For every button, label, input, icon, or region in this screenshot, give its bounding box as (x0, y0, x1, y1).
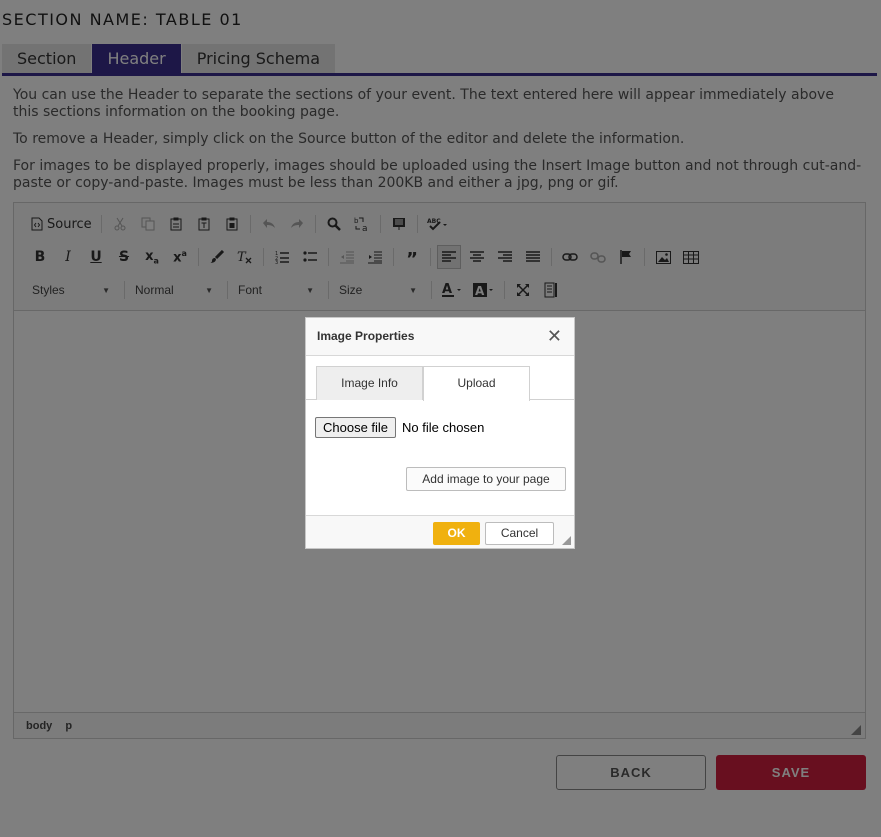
image-properties-dialog: Image Properties ✕ Image Info Upload Cho… (305, 317, 575, 549)
choose-file-button[interactable]: Choose file (315, 417, 397, 438)
dialog-body: Choose file No file chosen Add image to … (306, 401, 574, 515)
dialog-tabs: Image Info Upload (306, 356, 574, 401)
add-image-button[interactable]: Add image to your page (406, 467, 566, 491)
dialog-title: Image Properties (317, 329, 415, 343)
dialog-footer: OK Cancel (306, 515, 574, 548)
ok-button[interactable]: OK (433, 522, 480, 545)
tab-upload[interactable]: Upload (423, 366, 530, 401)
dialog-titlebar: Image Properties ✕ (306, 318, 574, 356)
dialog-resize-icon[interactable] (562, 536, 571, 545)
file-status-text: No file chosen (402, 420, 485, 435)
tab-image-info[interactable]: Image Info (316, 366, 423, 400)
close-icon[interactable]: ✕ (547, 327, 562, 345)
cancel-button[interactable]: Cancel (485, 522, 554, 545)
